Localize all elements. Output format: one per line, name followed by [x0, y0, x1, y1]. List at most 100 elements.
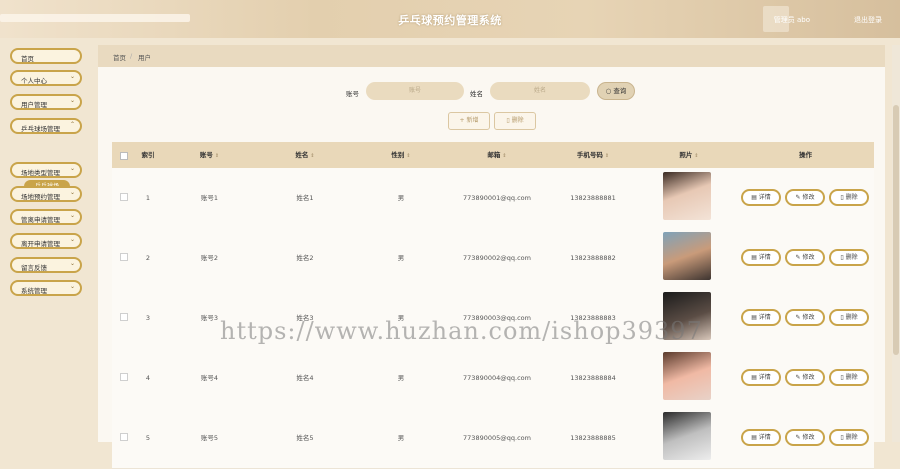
cell-index: 2 [145, 254, 151, 262]
col-phone[interactable]: 手机号码 ⇕ [545, 142, 641, 168]
detail-button[interactable]: ▤ 详情 [741, 189, 781, 206]
cell-index: 4 [145, 374, 151, 382]
detail-label: 详情 [758, 374, 771, 381]
pencil-icon: ✎ [795, 254, 801, 261]
edit-button[interactable]: ✎ 修改 [785, 369, 825, 386]
query-button[interactable]: ○ 查询 [597, 82, 635, 100]
delete-button[interactable]: ▯ 删除 [829, 429, 869, 446]
sidebar-item-label: 首页 [21, 55, 34, 63]
search-icon: ○ [605, 87, 612, 95]
cell-index: 1 [145, 194, 151, 202]
cell-name: 姓名4 [296, 374, 314, 382]
edit-button[interactable]: ✎ 修改 [785, 249, 825, 266]
trash-icon: ▯ [840, 194, 844, 201]
cell-index: 5 [145, 434, 151, 442]
select-all-checkbox[interactable] [120, 152, 128, 160]
sidebar-item-reservations[interactable]: 场地预约管理 ⌄ [10, 186, 82, 202]
breadcrumb-separator: / [130, 52, 133, 60]
breadcrumb-home[interactable]: 首页 [113, 52, 126, 62]
top-bar: 乒乓球预约管理系统 管理员 abo 退出登录 [0, 0, 900, 38]
delete-label: 删除 [845, 314, 858, 321]
delete-button[interactable]: ▯ 删除 [829, 189, 869, 206]
user-photo [663, 232, 711, 280]
document-icon: ▤ [751, 194, 757, 201]
col-photo[interactable]: 照片 ⇕ [641, 142, 737, 168]
detail-button[interactable]: ▤ 详情 [741, 249, 781, 266]
sidebar-item-profile[interactable]: 个人中心 ⌄ [10, 70, 82, 86]
table-row: 5 账号5 姓名5 男 773890005@qq.com 13823888885 ▤ 详情 ✎… [112, 408, 874, 469]
trash-icon: ▯ [840, 434, 844, 441]
row-checkbox[interactable] [120, 373, 128, 381]
batch-delete-button[interactable]: ▯ 删除 [494, 112, 536, 130]
sidebar-item-feedback[interactable]: 留言反馈 ⌄ [10, 257, 82, 273]
cell-gender: 男 [397, 254, 405, 262]
cell-name: 姓名2 [296, 254, 314, 262]
col-gender[interactable]: 性别 ⇕ [353, 142, 449, 168]
col-index: 索引 [141, 151, 155, 159]
chevron-down-icon: ⌄ [69, 212, 75, 219]
scrollbar[interactable] [892, 45, 900, 442]
chevron-down-icon: ⌄ [69, 97, 75, 104]
sidebar-item-courts[interactable]: 乒乓球场管理 ⌃ [10, 118, 82, 134]
col-email[interactable]: 邮箱 ⇕ [449, 142, 545, 168]
delete-label: 删除 [845, 254, 858, 261]
name-search-input[interactable]: 姓名 [490, 82, 590, 100]
sort-icon: ⇕ [406, 153, 411, 159]
col-name-label: 姓名 [295, 151, 309, 159]
edit-label: 修改 [802, 194, 815, 201]
col-account[interactable]: 账号 ⇕ [162, 142, 257, 168]
table-header: 索引 账号 ⇕ 姓名 ⇕ 性别 ⇕ 邮箱 ⇕ 手机号码 ⇕ 照片 ⇕ 操作 [112, 142, 874, 168]
user-photo [663, 352, 711, 400]
sidebar-item-label: 系统管理 [21, 287, 47, 295]
col-name[interactable]: 姓名 ⇕ [257, 142, 353, 168]
row-checkbox[interactable] [120, 313, 128, 321]
row-checkbox[interactable] [120, 253, 128, 261]
sidebar-item-court-types[interactable]: 场地类型管理 ⌄ [10, 162, 82, 178]
sidebar-item-system[interactable]: 系统管理 ⌄ [10, 280, 82, 296]
sidebar-item-home[interactable]: 首页 [10, 48, 82, 64]
sort-icon: ⇕ [502, 153, 507, 159]
sort-icon: ⇕ [694, 153, 699, 159]
cell-account: 账号4 [200, 374, 219, 382]
detail-button[interactable]: ▤ 详情 [741, 309, 781, 326]
sidebar-item-leave[interactable]: 离开申请管理 ⌄ [10, 233, 82, 249]
chevron-up-icon: ⌃ [69, 121, 75, 128]
cell-index: 3 [145, 314, 151, 322]
sort-icon: ⇕ [214, 153, 220, 159]
pencil-icon: ✎ [795, 194, 801, 201]
cell-email: 773890005@qq.com [463, 434, 531, 442]
cell-phone: 13823888882 [570, 254, 616, 262]
batch-delete-label: 删除 [511, 117, 524, 124]
col-phone-label: 手机号码 [576, 151, 603, 159]
sidebar-item-applications[interactable]: 管离申请管理 ⌄ [10, 209, 82, 225]
edit-button[interactable]: ✎ 修改 [785, 189, 825, 206]
delete-button[interactable]: ▯ 删除 [829, 249, 869, 266]
cell-account: 账号2 [200, 254, 219, 262]
row-checkbox[interactable] [120, 433, 128, 441]
trash-icon: ▯ [840, 314, 844, 321]
col-email-label: 邮箱 [487, 151, 501, 159]
delete-label: 删除 [845, 434, 858, 441]
scrollbar-thumb[interactable] [893, 105, 899, 355]
account-search-input[interactable]: 账号 [366, 82, 464, 100]
row-checkbox[interactable] [120, 193, 128, 201]
detail-button[interactable]: ▤ 详情 [741, 429, 781, 446]
detail-button[interactable]: ▤ 详情 [741, 369, 781, 386]
trash-icon: ▯ [840, 374, 844, 381]
chevron-down-icon: ⌄ [69, 260, 75, 267]
edit-button[interactable]: ✎ 修改 [785, 309, 825, 326]
sidebar-item-label: 留言反馈 [21, 264, 47, 272]
chevron-down-icon: ⌄ [69, 165, 75, 172]
edit-button[interactable]: ✎ 修改 [785, 429, 825, 446]
cell-email: 773890004@qq.com [463, 374, 531, 382]
sidebar-item-label: 管离申请管理 [21, 216, 60, 224]
sidebar-item-users[interactable]: 用户管理 ⌄ [10, 94, 82, 110]
edit-label: 修改 [802, 254, 815, 261]
watermark: https://www.huzhan.com/ishop39397 [220, 317, 703, 345]
table-row: 2 账号2 姓名2 男 773890002@qq.com 13823888882 ▤ 详情 ✎… [112, 228, 874, 289]
table-row: 4 账号4 姓名4 男 773890004@qq.com 13823888884 ▤ 详情 ✎… [112, 348, 874, 409]
delete-button[interactable]: ▯ 删除 [829, 309, 869, 326]
add-button[interactable]: + 新增 [448, 112, 490, 130]
logout-link[interactable]: 退出登录 [854, 15, 882, 25]
delete-button[interactable]: ▯ 删除 [829, 369, 869, 386]
